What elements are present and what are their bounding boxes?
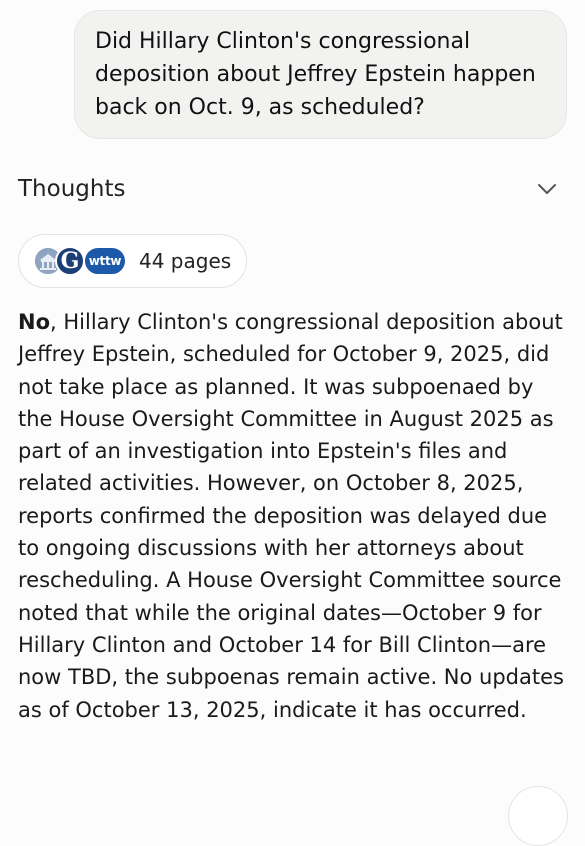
user-message-bubble: Did Hillary Clinton's congressional depo…: [74, 10, 567, 139]
assistant-answer: No, Hillary Clinton's congressional depo…: [18, 306, 570, 726]
source-favicons: G wttw: [33, 243, 129, 279]
wttw-favicon: wttw: [83, 246, 127, 276]
answer-body: , Hillary Clinton's congressional deposi…: [18, 310, 564, 722]
sources-button[interactable]: G wttw 44 pages: [18, 234, 247, 288]
thoughts-label: Thoughts: [18, 176, 126, 202]
thoughts-toggle[interactable]: Thoughts: [18, 168, 558, 210]
answer-lead: No: [18, 310, 51, 334]
floating-action-button[interactable]: [508, 786, 568, 846]
sources-count: 44 pages: [139, 249, 232, 273]
user-message-text: Did Hillary Clinton's congressional depo…: [95, 29, 536, 120]
chevron-down-icon[interactable]: [536, 178, 558, 200]
g-favicon: G: [55, 246, 85, 276]
